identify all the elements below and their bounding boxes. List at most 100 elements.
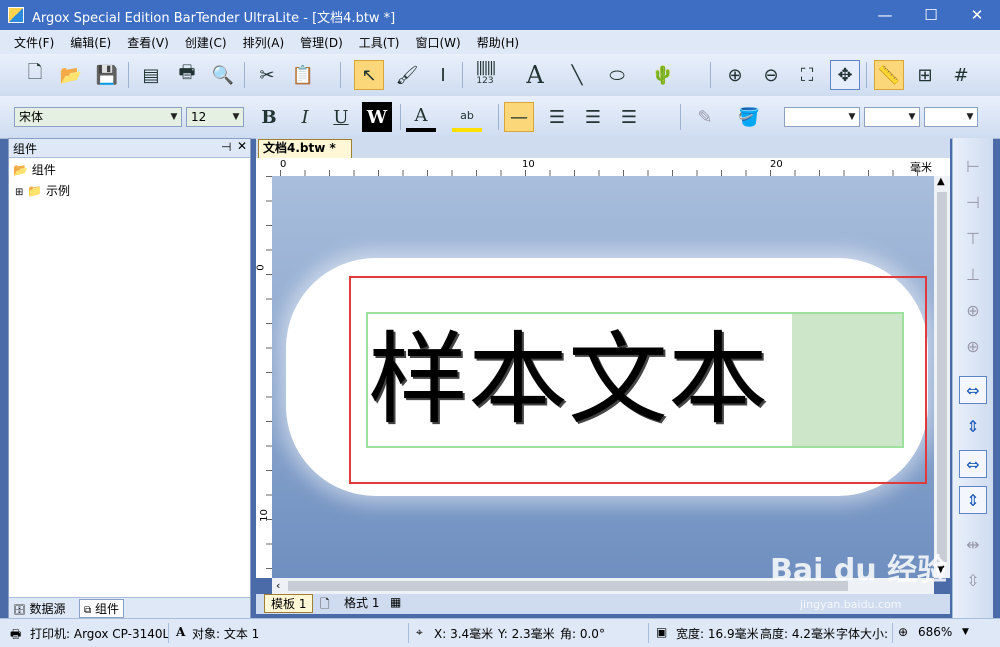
wordart-button[interactable]: W	[362, 102, 392, 132]
distribute-horizontal-icon[interactable]: ⇹	[959, 530, 987, 558]
text-cursor-icon[interactable]: I	[428, 60, 458, 90]
folder-open-icon: 📂	[13, 163, 28, 177]
shape-tool-icon[interactable]: ⬭	[602, 60, 632, 90]
menu-edit[interactable]: 编辑(E)	[70, 34, 111, 51]
snap-icon[interactable]: ⊞	[910, 60, 940, 90]
close-icon[interactable]: ✕	[954, 0, 1000, 30]
format-painter-icon[interactable]: 🖌	[392, 60, 422, 90]
scroll-up-icon[interactable]: ▲	[937, 176, 945, 187]
panel-header: 组件 ⊣ ✕	[9, 139, 250, 158]
menu-create[interactable]: 创建(C)	[185, 34, 227, 51]
ruler-label-0: 0	[280, 159, 287, 170]
tab-template-1[interactable]: 模板 1	[264, 594, 314, 613]
align-toolbar: ⊢ ⊣ ⊤ ⊥ ⊕ ⊕ ⇔ ⇕ ⇔ ⇕ ⇹ ⇳	[952, 138, 993, 618]
font-size-select[interactable]: 12 ▼	[186, 107, 244, 127]
cut-icon[interactable]: ✂	[252, 60, 282, 90]
vertical-scrollbar[interactable]: ▲ ▼	[934, 176, 950, 578]
menu-tools[interactable]: 工具(T)	[359, 34, 400, 51]
panel-close-icon[interactable]: ✕	[237, 139, 247, 153]
tab-format-1[interactable]: 格式 1	[338, 594, 385, 613]
align-center-vertical-icon[interactable]: ⊕	[959, 332, 987, 360]
zoom-region-icon[interactable]: ⛶	[792, 60, 822, 90]
tree-root-label: 组件	[31, 163, 56, 177]
open-folder-icon[interactable]: 📂	[56, 60, 86, 90]
italic-button[interactable]: I	[290, 102, 320, 132]
scroll-thumb[interactable]	[937, 192, 947, 562]
line-end-select[interactable]: ▼	[924, 107, 978, 127]
fit-to-window-icon[interactable]: ✥	[830, 60, 860, 90]
line-style-select[interactable]: ▼	[864, 107, 920, 127]
app-icon[interactable]	[8, 7, 24, 23]
print-icon[interactable]: 🖶	[172, 60, 202, 90]
bold-button[interactable]: B	[254, 102, 284, 132]
vertical-ruler: 0 10	[256, 176, 273, 578]
center-vertically-icon[interactable]: ⇕	[959, 412, 987, 440]
menu-view[interactable]: 查看(V)	[127, 34, 169, 51]
barcode-icon[interactable]: ||||||| 123	[470, 58, 500, 88]
print-preview-icon[interactable]: 🔍	[208, 60, 238, 90]
align-right-icon[interactable]: ☰	[614, 102, 644, 132]
center-page-vertical-icon[interactable]: ⇕	[959, 486, 987, 514]
design-canvas[interactable]: 样本文本	[272, 176, 934, 578]
zoom-out-icon[interactable]: ⊖	[756, 60, 786, 90]
expand-icon[interactable]: ⊞	[15, 187, 23, 198]
document-tab[interactable]: 文档4.btw * ×	[258, 139, 352, 172]
tree-item-sample[interactable]: ⊞ 📁 示例	[15, 182, 70, 199]
highlight-button[interactable]: ab	[452, 102, 482, 132]
align-left-edges-icon[interactable]: ⊢	[959, 152, 987, 180]
font-color-button[interactable]: A	[406, 102, 436, 132]
status-zoom[interactable]: 686%	[918, 625, 952, 639]
save-icon[interactable]: 💾	[92, 60, 122, 90]
menu-file[interactable]: 文件(F)	[14, 34, 54, 51]
baidu-watermark: Bai du 经验	[770, 553, 948, 588]
align-bottom-edges-icon[interactable]: ⊥	[959, 260, 987, 288]
panel-tabs: 🗄 数据源 ⧉ 组件	[9, 597, 250, 618]
text-object[interactable]: 样本文本	[368, 314, 768, 446]
new-file-icon[interactable]: 🗋	[20, 60, 50, 90]
minimize-icon[interactable]: —	[862, 0, 908, 30]
align-right-edges-icon[interactable]: ⊣	[959, 188, 987, 216]
grid-icon[interactable]: #	[946, 60, 976, 90]
new-template-icon[interactable]: 🗋	[320, 595, 330, 616]
line-color-icon[interactable]: ✎	[690, 102, 720, 132]
select-pointer-icon[interactable]: ↖	[354, 60, 384, 90]
components-icon: ⧉	[84, 605, 92, 616]
tab-components[interactable]: ⧉ 组件	[79, 599, 124, 618]
paste-icon[interactable]: 📋	[288, 60, 318, 90]
line-tool-icon[interactable]: ╲	[562, 60, 592, 90]
align-center-horizontal-icon[interactable]: ⊕	[959, 296, 987, 324]
maximize-icon[interactable]: ☐	[908, 0, 954, 30]
menu-manage[interactable]: 管理(D)	[300, 34, 343, 51]
underline-button[interactable]: U	[326, 102, 356, 132]
ruler-toggle-icon[interactable]: 📏	[874, 60, 904, 90]
pin-icon[interactable]: ⊣	[221, 140, 231, 154]
align-top-edges-icon[interactable]: ⊤	[959, 224, 987, 252]
menu-window[interactable]: 窗口(W)	[415, 34, 460, 51]
page-setup-icon[interactable]: ▤	[136, 60, 166, 90]
line-weight-select[interactable]: ▼	[784, 107, 860, 127]
font-name-select[interactable]: 宋体 ▼	[14, 107, 182, 127]
text-object-icon: A	[176, 625, 186, 639]
menu-arrange[interactable]: 排列(A)	[243, 34, 285, 51]
center-page-horizontal-icon[interactable]: ⇔	[959, 450, 987, 478]
center-horizontally-icon[interactable]: ⇔	[959, 376, 987, 404]
fill-color-icon[interactable]: 🪣	[734, 102, 764, 132]
tree-root[interactable]: 📂 组件	[13, 161, 56, 178]
status-object: 对象: 文本 1	[192, 627, 260, 641]
text-tool-icon[interactable]: A	[520, 60, 550, 90]
scroll-left-icon[interactable]: ‹	[276, 579, 280, 592]
zoom-in-icon[interactable]: ⊕	[720, 60, 750, 90]
tab-datasource[interactable]: 🗄 数据源	[13, 600, 66, 617]
align-top-icon[interactable]: —	[504, 102, 534, 132]
chevron-down-icon[interactable]: ▼	[962, 627, 969, 637]
new-format-icon[interactable]: ▦	[390, 595, 401, 609]
align-left-icon[interactable]: ☰	[542, 102, 572, 132]
align-center-icon[interactable]: ☰	[578, 102, 608, 132]
picture-tool-icon[interactable]: 🌵	[648, 60, 678, 90]
font-size-value: 12	[191, 110, 207, 124]
status-bar: 🖶 打印机: Argox CP-3140L A 对象: 文本 1 ⌖ X: 3.…	[0, 618, 1000, 647]
menu-help[interactable]: 帮助(H)	[477, 34, 519, 51]
chevron-down-icon: ▼	[908, 112, 916, 122]
hscroll-thumb[interactable]	[288, 581, 848, 591]
distribute-vertical-icon[interactable]: ⇳	[959, 566, 987, 594]
